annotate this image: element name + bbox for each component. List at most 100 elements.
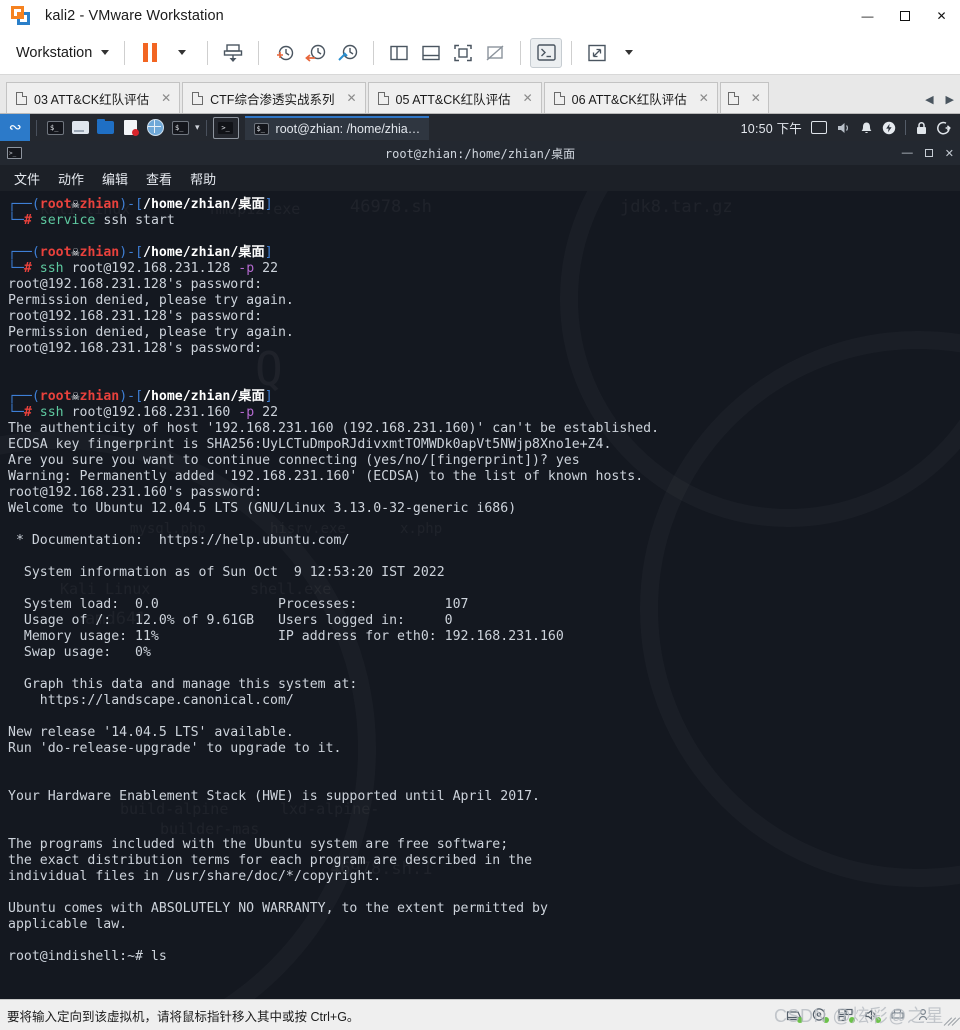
vm-tab-close-icon[interactable]: ✕ bbox=[161, 91, 171, 105]
launcher-files[interactable] bbox=[70, 118, 92, 138]
tab-scroll-controls: ◀ ▶ bbox=[925, 93, 954, 106]
vm-tab-4[interactable]: ✕ bbox=[719, 82, 769, 113]
launcher-terminal-alt[interactable]: $_ bbox=[170, 118, 192, 138]
snapshot-revert-icon bbox=[305, 44, 326, 62]
lock-icon[interactable] bbox=[915, 121, 928, 135]
vm-tab-close-icon[interactable]: ✕ bbox=[699, 91, 709, 105]
terminal-close-button[interactable]: ✕ bbox=[945, 147, 954, 160]
vm-tab-icon bbox=[192, 91, 204, 105]
kali-menu-button[interactable]: ∾ bbox=[0, 114, 30, 141]
show-sidebar-button[interactable] bbox=[383, 38, 415, 68]
pause-dropdown-button[interactable] bbox=[166, 38, 198, 68]
minimize-button[interactable]: — bbox=[849, 0, 886, 31]
resize-grip[interactable] bbox=[943, 1014, 960, 1026]
snapshot-manager-button[interactable] bbox=[332, 38, 364, 68]
menu-actions[interactable]: 动作 bbox=[56, 168, 86, 189]
maximize-button[interactable] bbox=[886, 0, 923, 31]
close-button[interactable]: ✕ bbox=[923, 0, 960, 31]
toolbar-divider bbox=[124, 40, 126, 65]
status-hint-text: 要将输入定向到该虚拟机，请将鼠标指针移入其中或按 Ctrl+G。 bbox=[7, 1009, 360, 1024]
vm-tab-icon bbox=[377, 91, 389, 105]
chevron-down-icon[interactable]: ▾ bbox=[195, 122, 200, 133]
kali-panel: ∾ $_ $_ ▾ >_ $_ root@zhian: /home/zhia… … bbox=[0, 114, 960, 141]
power-bolt-icon[interactable] bbox=[882, 121, 896, 135]
launcher-folder[interactable] bbox=[95, 118, 117, 138]
terminal-maximize-button[interactable] bbox=[924, 149, 933, 157]
display-icon[interactable] bbox=[811, 121, 827, 134]
pause-vm-button[interactable] bbox=[134, 38, 166, 68]
terminal-menu-bar: 文件 动作 编辑 查看 帮助 bbox=[0, 165, 960, 191]
vm-tab-label: CTF综合渗透实战系列 bbox=[210, 92, 335, 107]
speaker-icon[interactable] bbox=[836, 121, 851, 135]
guest-screen[interactable]: ∾ $_ $_ ▾ >_ $_ root@zhian: /home/zhia… … bbox=[0, 114, 960, 999]
vm-tab-3[interactable]: 06 ATT&CK红队评估 ✕ bbox=[543, 82, 718, 113]
toolbar-divider bbox=[520, 40, 522, 65]
vmware-status-bar: 要将输入定向到该虚拟机，请将鼠标指针移入其中或按 Ctrl+G。 CSDN @炫… bbox=[0, 999, 960, 1030]
chevron-down-icon bbox=[101, 50, 110, 55]
launcher-terminal[interactable]: $_ bbox=[45, 118, 67, 138]
console-toggle-button[interactable] bbox=[530, 37, 563, 68]
terminal-text: ┌──(root☠zhian)-[/home/zhian/桌面] └─# ser… bbox=[8, 197, 660, 964]
browser-globe-icon bbox=[147, 119, 164, 136]
launcher-text-editor[interactable] bbox=[120, 118, 142, 138]
menu-help[interactable]: 帮助 bbox=[188, 168, 218, 189]
chevron-down-icon bbox=[178, 50, 187, 55]
terminal-title-bar[interactable]: >_ root@zhian:/home/zhian/桌面 — ✕ bbox=[0, 141, 960, 165]
vm-tab-close-icon[interactable]: ✕ bbox=[751, 91, 761, 105]
menu-edit[interactable]: 编辑 bbox=[100, 168, 130, 189]
terminal-icon: $_ bbox=[172, 120, 189, 135]
vm-tab-2[interactable]: 05 ATT&CK红队评估 ✕ bbox=[367, 82, 542, 113]
snapshot-add-icon bbox=[277, 45, 294, 60]
task-button-terminal[interactable]: $_ root@zhian: /home/zhia… bbox=[244, 115, 430, 140]
text-editor-icon bbox=[124, 120, 139, 136]
toolbar-divider bbox=[207, 40, 209, 65]
window-task-list: $_ root@zhian: /home/zhia… bbox=[244, 114, 741, 141]
vm-tab-0[interactable]: 03 ATT&CK红队评估 ✕ bbox=[6, 82, 181, 113]
take-snapshot-button[interactable] bbox=[268, 38, 300, 68]
stretch-icon bbox=[588, 44, 606, 61]
main-toolbar: Workstation bbox=[0, 31, 960, 75]
vm-tab-icon bbox=[16, 91, 27, 105]
panel-divider bbox=[205, 119, 207, 136]
bell-icon[interactable] bbox=[860, 121, 873, 135]
menu-view[interactable]: 查看 bbox=[144, 168, 174, 189]
clock[interactable]: 10:50 下午 bbox=[741, 118, 802, 137]
unity-mode-button[interactable] bbox=[479, 38, 511, 68]
terminal-window-title: root@zhian:/home/zhian/桌面 bbox=[384, 146, 576, 161]
menu-file[interactable]: 文件 bbox=[12, 168, 42, 189]
tab-scroll-prev-icon[interactable]: ◀ bbox=[925, 93, 933, 106]
tab-scroll-next-icon[interactable]: ▶ bbox=[946, 93, 954, 106]
vm-tab-label: 06 ATT&CK红队评估 bbox=[571, 92, 687, 107]
vm-tab-close-icon[interactable]: ✕ bbox=[346, 91, 356, 105]
stretch-dropdown-button[interactable] bbox=[613, 38, 645, 68]
kali-dragon-icon: ∾ bbox=[8, 119, 22, 136]
vm-tab-strip: 03 ATT&CK红队评估 ✕ CTF综合渗透实战系列 ✕ 05 ATT&CK红… bbox=[0, 75, 960, 114]
vm-tab-1[interactable]: CTF综合渗透实战系列 ✕ bbox=[182, 82, 366, 113]
revert-snapshot-button[interactable] bbox=[300, 38, 332, 68]
console-icon bbox=[537, 44, 556, 61]
fullscreen-icon bbox=[454, 44, 473, 61]
toolbar-divider bbox=[373, 40, 375, 65]
vm-tab-close-icon[interactable]: ✕ bbox=[523, 91, 533, 105]
vm-tab-icon bbox=[727, 91, 739, 105]
snapshot-manager-icon bbox=[338, 44, 358, 61]
chevron-down-icon bbox=[625, 50, 634, 55]
stretch-guest-button[interactable] bbox=[581, 38, 613, 68]
workspace-switcher-icon[interactable]: >_ bbox=[212, 116, 239, 139]
pause-icon bbox=[143, 43, 158, 62]
logout-icon[interactable] bbox=[937, 121, 951, 135]
vm-tab-icon bbox=[553, 91, 565, 105]
terminal-minimize-button[interactable]: — bbox=[902, 147, 913, 159]
send-ctrl-alt-del-button[interactable] bbox=[217, 38, 249, 68]
launcher-browser[interactable] bbox=[145, 118, 167, 138]
kali-tray: 10:50 下午 bbox=[741, 118, 960, 137]
workstation-menu-button[interactable]: Workstation bbox=[10, 41, 115, 65]
show-console-view-button[interactable] bbox=[415, 38, 447, 68]
csdn-watermark: CSDN @炫彩@之星 bbox=[773, 1006, 944, 1026]
terminal-icon: $_ bbox=[253, 122, 269, 135]
sidebar-panel-icon bbox=[390, 45, 408, 60]
terminal-output-area[interactable]: kali-linux nmap12.exe 46978.sh jdk8.tar.… bbox=[0, 191, 960, 999]
full-screen-button[interactable] bbox=[447, 38, 479, 68]
vmware-workstation-window: kali2 - VMware Workstation — ✕ Workstati… bbox=[0, 0, 960, 1030]
vm-tab-label: 05 ATT&CK红队评估 bbox=[395, 92, 511, 107]
